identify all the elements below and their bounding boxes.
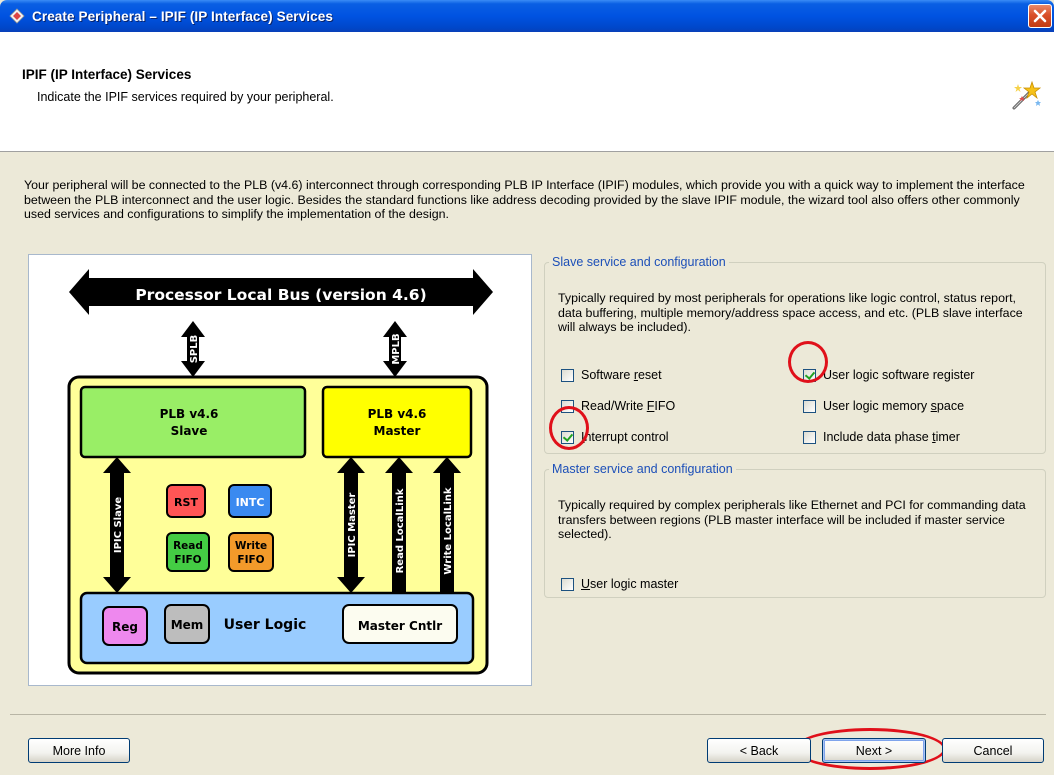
slave-block-label-1: PLB v4.6 <box>160 407 219 421</box>
ipic-master-label: IPIC Master <box>347 493 358 558</box>
master-group-legend: Master service and configuration <box>552 462 733 476</box>
checkbox-box[interactable] <box>803 430 816 444</box>
read-fifo-label-1: Read <box>173 540 203 552</box>
footer-separator <box>10 714 1046 715</box>
intc-label: INTC <box>236 496 265 509</box>
checkbox-label: ser logic master <box>590 577 679 591</box>
splb-label: SPLB <box>189 335 200 364</box>
next-button[interactable]: Next > <box>822 738 926 763</box>
master-cntlr-label: Master Cntlr <box>358 619 442 633</box>
user-logic-memory-space-checkbox[interactable]: User logic memory space <box>803 397 964 415</box>
checkbox-box[interactable] <box>803 368 816 382</box>
cancel-label: Cancel <box>973 743 1013 758</box>
user-logic-software-register-checkbox[interactable]: User logic software register <box>803 366 974 384</box>
read-locallink-label: Read LocalLink <box>395 488 406 573</box>
write-fifo-label-1: Write <box>235 540 267 552</box>
mplb-label: MPLB <box>391 333 402 364</box>
wizard-icon <box>1012 80 1042 110</box>
app-icon <box>8 7 26 25</box>
checkbox-label: IFO <box>654 399 676 413</box>
rst-label: RST <box>174 496 198 509</box>
slave-group-legend: Slave service and configuration <box>552 255 726 269</box>
write-fifo-label-2: FIFO <box>237 554 264 566</box>
plb-master-block <box>321 385 473 459</box>
checkbox-label: pace <box>936 399 965 413</box>
user-logic-label: User Logic <box>224 617 307 633</box>
bus-label: Processor Local Bus (version 4.6) <box>135 286 426 304</box>
master-group-description: Typically required by complex peripheral… <box>558 498 1026 541</box>
checkbox-label-accesskey: U <box>581 577 591 591</box>
master-block-label-1: PLB v4.6 <box>368 407 427 421</box>
master-service-group: Master service and configuration Typical… <box>544 462 1046 598</box>
slave-group-description: Typically required by most peripherals f… <box>558 291 1023 334</box>
splb-arrow: SPLB <box>181 321 205 377</box>
reg-label: Reg <box>112 620 138 634</box>
write-locallink-label: Write LocalLink <box>443 487 454 575</box>
next-label: Next > <box>855 743 893 758</box>
back-button[interactable]: < Back <box>707 738 811 763</box>
checkbox-box[interactable] <box>561 368 574 382</box>
ipif-diagram: Processor Local Bus (version 4.6) SPLB M… <box>28 254 532 686</box>
checkbox-label: imer <box>935 430 960 444</box>
wizard-header: IPIF (IP Interface) Services Indicate th… <box>0 32 1054 152</box>
mem-label: Mem <box>171 618 204 632</box>
checkbox-label: Software <box>581 368 634 382</box>
cancel-button[interactable]: Cancel <box>942 738 1044 763</box>
master-block-label-2: Master <box>374 424 421 438</box>
read-fifo-label-2: FIFO <box>174 554 201 566</box>
software-reset-checkbox[interactable]: Software reset <box>561 366 662 384</box>
checkbox-label: User logic memory <box>823 399 931 413</box>
more-info-label: More Info <box>52 743 106 758</box>
checkbox-label: Read/Write <box>581 399 647 413</box>
checkbox-box[interactable] <box>561 577 574 591</box>
checkbox-label: eset <box>637 368 662 382</box>
plb-slave-block <box>79 385 307 459</box>
page-subtitle: Indicate the IPIF services required by y… <box>37 90 334 104</box>
mplb-arrow: MPLB <box>383 321 407 377</box>
checkbox-box[interactable] <box>803 399 816 413</box>
slave-service-group: Slave service and configuration Typicall… <box>544 255 1046 454</box>
close-icon <box>1033 9 1047 23</box>
more-info-button[interactable]: More Info <box>28 738 130 763</box>
close-button[interactable] <box>1028 4 1052 28</box>
window-title: Create Peripheral – IPIF (IP Interface) … <box>32 8 333 24</box>
include-data-phase-timer-checkbox[interactable]: Include data phase timer <box>803 428 960 446</box>
slave-block-label-2: Slave <box>171 424 208 438</box>
checkbox-box[interactable] <box>561 399 574 413</box>
checkbox-label: nterrupt control <box>584 430 669 444</box>
checkbox-box[interactable] <box>561 430 574 444</box>
checkbox-label: Include data phase <box>823 430 933 444</box>
page-title: IPIF (IP Interface) Services <box>22 67 192 82</box>
checkbox-label: User logic software register <box>823 368 975 382</box>
intro-text: Your peripheral will be connected to the… <box>24 178 1025 221</box>
back-label: < Back <box>739 743 779 758</box>
read-write-fifo-checkbox[interactable]: Read/Write FIFO <box>561 397 675 415</box>
user-logic-master-checkbox[interactable]: User logic master <box>561 575 678 593</box>
window-titlebar[interactable]: Create Peripheral – IPIF (IP Interface) … <box>0 0 1054 32</box>
ipic-slave-label: IPIC Slave <box>113 497 124 553</box>
interrupt-control-checkbox[interactable]: Interrupt control <box>561 428 669 446</box>
